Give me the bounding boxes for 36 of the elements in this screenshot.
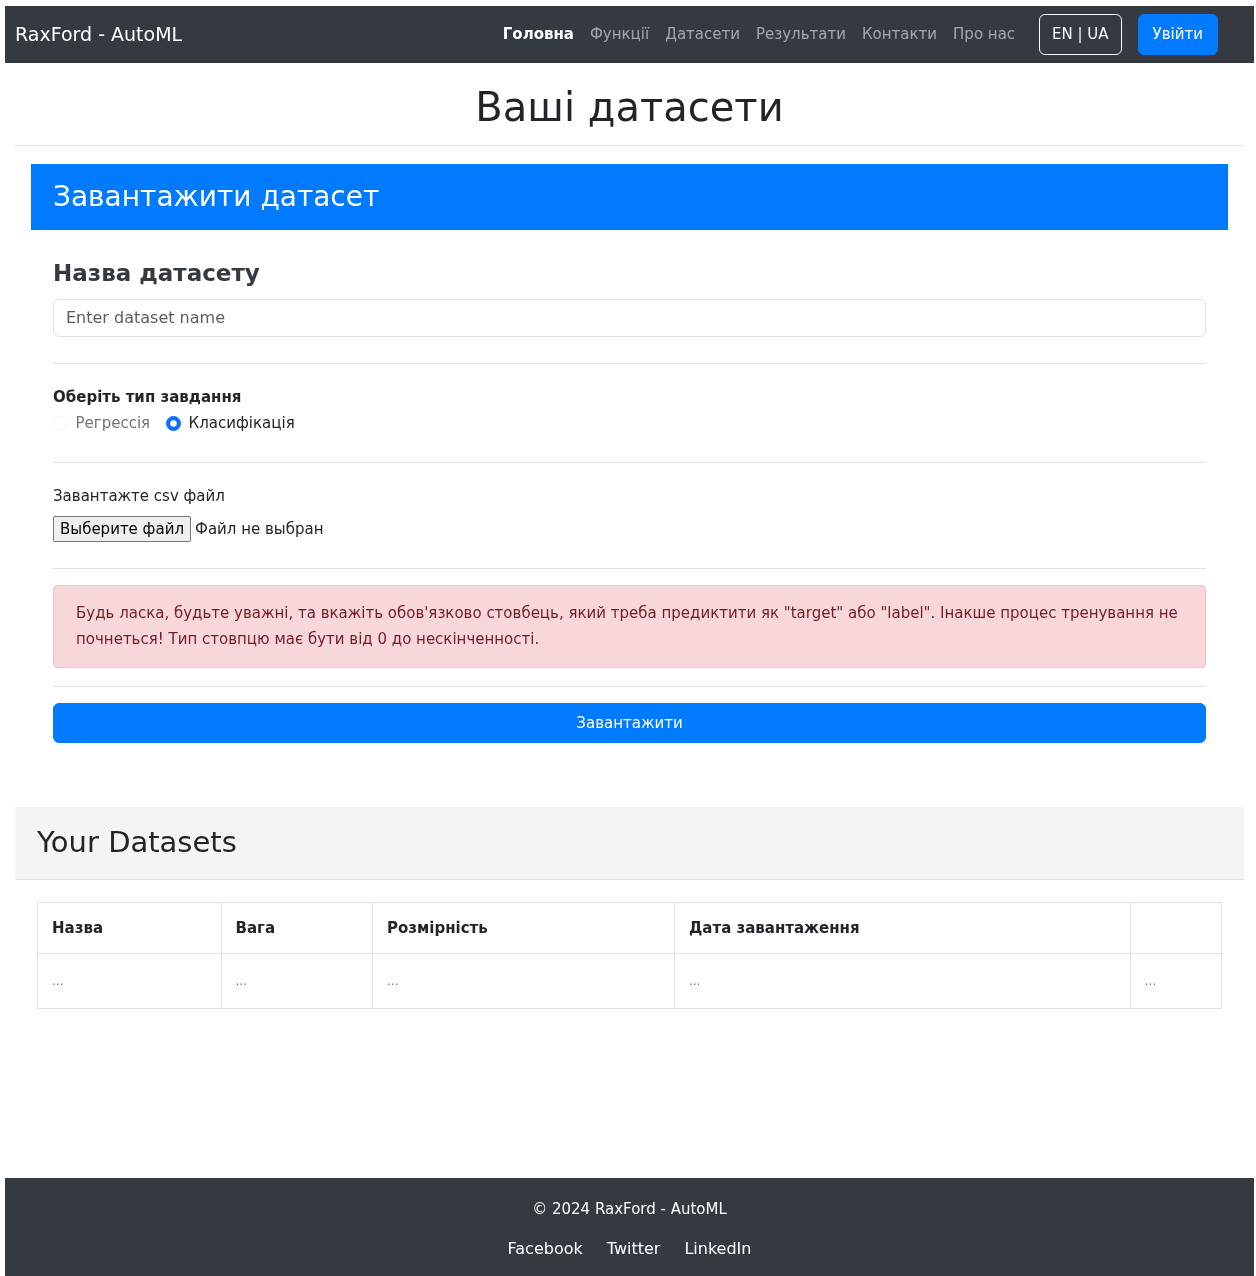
column-header: Назва (37, 902, 221, 954)
copyright-text: © 2024 RaxFord - AutoML (531, 1199, 728, 1220)
footer-link[interactable]: LinkedIn (684, 1236, 752, 1261)
section-title: Your Datasets (15, 807, 1244, 880)
dataset-name-field[interactable]: Enter dataset name (53, 298, 1206, 337)
choose-file-button[interactable]: Выберите файл (53, 515, 191, 542)
warning-alert: Будь ласка, будьте уважні, та вкажіть обов'язково стовбець, який треба предиктити як "target" або "label". Інакше процес тренування не почнеться! Тип стовпцю має бути від 0 до нескінченності. (53, 585, 1206, 668)
nav-link[interactable]: Контакти (853, 23, 946, 46)
nav-link[interactable]: Датасети (657, 23, 748, 46)
nav-link[interactable]: Про нас (945, 23, 1024, 46)
table-cell: ... (221, 953, 373, 1009)
column-header: Розмірність (372, 902, 675, 954)
radio-label: Регрессія (75, 413, 151, 434)
column-header: Вага (221, 902, 373, 954)
footer-link[interactable]: Facebook (507, 1236, 583, 1261)
nav-link[interactable]: Результати (747, 23, 854, 46)
nav-link[interactable]: Головна (494, 23, 582, 46)
table-cell: ... (372, 953, 675, 1009)
radio-label: Класифікація (188, 413, 295, 434)
login-button[interactable]: Увійти (1137, 14, 1218, 55)
field-label: Назва датасету (53, 259, 261, 288)
page-title: Ваші датасети (15, 83, 1244, 146)
nav-link[interactable]: Функції (581, 23, 658, 46)
table-cell: ... (1130, 953, 1222, 1009)
radio-button[interactable] (166, 415, 182, 431)
language-button[interactable]: EN | UA (1039, 14, 1122, 55)
table-cell: ... (674, 953, 1131, 1009)
column-header: Дата завантаження (674, 902, 1131, 954)
brand-link[interactable]: RaxFord - AutoML (15, 20, 183, 49)
file-status: Файл не выбран (195, 518, 324, 540)
footer-link[interactable]: Twitter (606, 1236, 661, 1261)
field-label: Завантажте csv файл (53, 486, 226, 507)
card-header: Завантажити датасет (31, 164, 1228, 230)
upload-button[interactable]: Завантажити (53, 702, 1206, 743)
table-cell: ... (37, 953, 221, 1009)
field-label: Оберіть тип завдання (53, 386, 243, 408)
